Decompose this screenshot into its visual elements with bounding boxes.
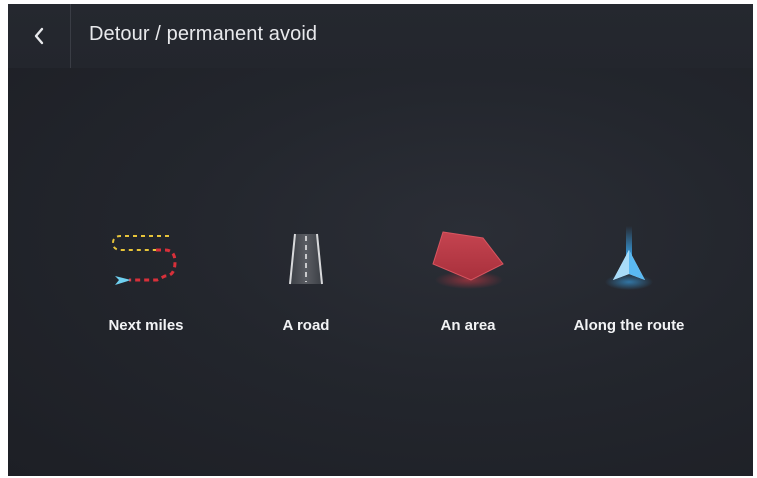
option-an-area[interactable]: An area [388, 224, 548, 344]
avoid-options: Next miles A road An area Along the rout… [8, 4, 753, 476]
road-icon [289, 233, 323, 285]
option-label-next-miles: Next miles [108, 317, 184, 334]
area-polygon-icon [432, 231, 504, 289]
app-screen: Detour / permanent avoid Next miles A ro… [8, 4, 753, 476]
option-next-miles[interactable]: Next miles [66, 224, 226, 344]
option-a-road[interactable]: A road [226, 224, 386, 344]
option-along-the-route[interactable]: Along the route [549, 224, 709, 344]
option-label-a-road: A road [282, 317, 330, 334]
navigation-arrow-icon [605, 226, 653, 290]
option-label-an-area: An area [440, 317, 496, 334]
option-label-along-the-route: Along the route [573, 317, 685, 334]
dashed-route-icon [111, 235, 177, 285]
